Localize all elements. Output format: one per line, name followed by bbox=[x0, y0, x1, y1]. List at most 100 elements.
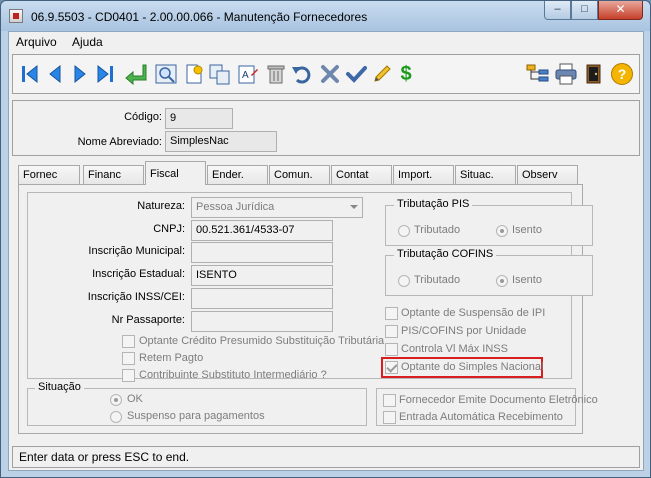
codigo-label: Código: bbox=[124, 111, 162, 123]
help-icon[interactable]: ? bbox=[609, 60, 635, 88]
pis-tributado-radio[interactable] bbox=[398, 225, 410, 237]
insc-estadual-field[interactable]: ISENTO bbox=[191, 265, 333, 286]
tab-contat[interactable]: Contat bbox=[331, 165, 392, 185]
pis-isento-radio[interactable] bbox=[496, 225, 508, 237]
credito-presumido-checkbox[interactable] bbox=[122, 335, 135, 348]
dollar-icon[interactable]: $ bbox=[393, 60, 419, 88]
cancel-icon[interactable] bbox=[317, 60, 343, 88]
client-area: Arquivo Ajuda A $ ? Código: 9 Nome Abrev… bbox=[8, 31, 644, 471]
tab-ender[interactable]: Ender. bbox=[207, 165, 268, 185]
next-record-icon[interactable] bbox=[67, 60, 93, 88]
fiscal-tab-panel: Natureza: Pessoa Jurídica CNPJ: 00.521.3… bbox=[18, 184, 598, 434]
passaporte-field[interactable] bbox=[191, 311, 333, 332]
menu-arquivo[interactable]: Arquivo bbox=[16, 35, 57, 49]
tab-import[interactable]: Import. bbox=[393, 165, 454, 185]
application-window: 06.9.5503 - CD0401 - 2.00.00.066 - Manut… bbox=[0, 0, 651, 478]
tab-comun[interactable]: Comun. bbox=[269, 165, 330, 185]
confirm-icon[interactable] bbox=[343, 60, 369, 88]
edit-record-icon[interactable]: A bbox=[235, 60, 261, 88]
retem-pagto-label: Retem Pagto bbox=[139, 352, 204, 364]
tree-icon[interactable] bbox=[525, 60, 551, 88]
situacao-title: Situação bbox=[35, 381, 84, 393]
menu-ajuda[interactable]: Ajuda bbox=[72, 35, 103, 49]
situacao-ok-label: OK bbox=[127, 393, 143, 405]
natureza-select[interactable]: Pessoa Jurídica bbox=[191, 197, 363, 218]
close-button[interactable]: ✕ bbox=[598, 1, 643, 20]
return-icon[interactable] bbox=[123, 60, 149, 88]
delete-icon[interactable] bbox=[263, 60, 289, 88]
undo-icon[interactable] bbox=[289, 60, 315, 88]
emite-documento-label: Fornecedor Emite Documento Eletrônico bbox=[399, 394, 598, 406]
tab-fiscal[interactable]: Fiscal bbox=[145, 161, 206, 185]
situacao-suspenso-radio[interactable] bbox=[110, 411, 122, 423]
tributacao-pis-group: Tributação PIS Tributado Isento bbox=[385, 198, 593, 246]
pis-tributado-label: Tributado bbox=[414, 224, 461, 236]
copy-record-icon[interactable] bbox=[207, 60, 233, 88]
tributacao-cofins-group: Tributação COFINS Tributado Isento bbox=[385, 248, 593, 296]
cnpj-field[interactable]: 00.521.361/4533-07 bbox=[191, 220, 333, 241]
pis-cofins-unidade-checkbox[interactable] bbox=[385, 325, 398, 338]
minimize-button[interactable]: – bbox=[544, 1, 571, 20]
last-record-icon[interactable] bbox=[92, 60, 118, 88]
situacao-ok-radio[interactable] bbox=[110, 394, 122, 406]
emite-documento-checkbox[interactable] bbox=[383, 394, 396, 407]
help-icon-glyph: ? bbox=[611, 63, 633, 85]
passaporte-label: Nr Passaporte: bbox=[111, 314, 185, 326]
first-record-icon[interactable] bbox=[17, 60, 43, 88]
window-title: 06.9.5503 - CD0401 - 2.00.00.066 - Manut… bbox=[31, 10, 368, 24]
title-bar[interactable]: 06.9.5503 - CD0401 - 2.00.00.066 - Manut… bbox=[1, 1, 650, 31]
svg-text:A: A bbox=[242, 70, 249, 81]
documento-eletronico-group: Fornecedor Emite Documento Eletrônico En… bbox=[376, 388, 598, 426]
cofins-isento-radio[interactable] bbox=[496, 275, 508, 287]
situacao-group: Situação OK Suspenso para pagamentos bbox=[27, 381, 367, 426]
app-icon bbox=[9, 9, 23, 23]
previous-record-icon[interactable] bbox=[42, 60, 68, 88]
cofins-tributado-label: Tributado bbox=[414, 274, 461, 286]
header-panel: Código: 9 Nome Abreviado: SimplesNac bbox=[12, 100, 640, 156]
retem-pagto-checkbox[interactable] bbox=[122, 352, 135, 365]
cnpj-label: CNPJ: bbox=[153, 223, 185, 235]
exit-icon[interactable] bbox=[581, 60, 607, 88]
insc-inss-label: Inscrição INSS/CEI: bbox=[87, 291, 185, 303]
suspensao-ipi-checkbox[interactable] bbox=[385, 307, 398, 320]
situacao-suspenso-label: Suspenso para pagamentos bbox=[127, 410, 265, 422]
search-icon[interactable] bbox=[153, 60, 179, 88]
pis-isento-label: Isento bbox=[512, 224, 542, 236]
contribuinte-substituto-checkbox[interactable] bbox=[122, 369, 135, 382]
insc-inss-field[interactable] bbox=[191, 288, 333, 309]
cofins-tributado-radio[interactable] bbox=[398, 275, 410, 287]
tributacao-cofins-title: Tributação COFINS bbox=[394, 248, 497, 260]
nome-abreviado-label: Nome Abreviado: bbox=[77, 136, 162, 148]
new-record-icon[interactable] bbox=[181, 60, 207, 88]
maximize-button[interactable]: □ bbox=[571, 1, 598, 20]
suspensao-ipi-label: Optante de Suspensão de IPI bbox=[401, 307, 546, 319]
tributacao-pis-title: Tributação PIS bbox=[394, 198, 473, 210]
chevron-down-icon bbox=[350, 205, 358, 209]
entrada-automatica-checkbox[interactable] bbox=[383, 411, 396, 424]
tab-observ[interactable]: Observ bbox=[517, 165, 578, 185]
pencil-icon[interactable] bbox=[369, 60, 395, 88]
status-bar: Enter data or press ESC to end. bbox=[12, 446, 640, 468]
credito-presumido-label: Optante Crédito Presumido Substituição T… bbox=[139, 335, 385, 347]
insc-municipal-label: Inscrição Municipal: bbox=[88, 245, 185, 257]
controla-vl-inss-label: Controla Vl Máx INSS bbox=[401, 343, 508, 355]
simples-nacional-checkbox[interactable] bbox=[385, 361, 398, 374]
tab-fornec[interactable]: Fornec bbox=[18, 165, 80, 185]
controla-vl-inss-checkbox[interactable] bbox=[385, 343, 398, 356]
contribuinte-substituto-label: Contribuinte Substituto Intermediário ? bbox=[139, 369, 327, 381]
print-icon[interactable] bbox=[553, 60, 579, 88]
insc-estadual-label: Inscrição Estadual: bbox=[92, 268, 185, 280]
nome-abreviado-field[interactable]: SimplesNac bbox=[165, 131, 277, 152]
entrada-automatica-label: Entrada Automática Recebimento bbox=[399, 411, 563, 423]
insc-municipal-field[interactable] bbox=[191, 242, 333, 263]
toolbar: A $ ? bbox=[12, 54, 640, 94]
cofins-isento-label: Isento bbox=[512, 274, 542, 286]
pis-cofins-unidade-label: PIS/COFINS por Unidade bbox=[401, 325, 527, 337]
fiscal-group: Natureza: Pessoa Jurídica CNPJ: 00.521.3… bbox=[27, 192, 593, 382]
tab-strip: Fornec Financ Fiscal Ender. Comun. Conta… bbox=[18, 161, 638, 185]
tab-financ[interactable]: Financ bbox=[83, 165, 144, 185]
tab-situac[interactable]: Situac. bbox=[455, 165, 516, 185]
menu-bar: Arquivo Ajuda bbox=[9, 32, 643, 52]
codigo-field[interactable]: 9 bbox=[165, 108, 233, 129]
natureza-value: Pessoa Jurídica bbox=[196, 201, 275, 213]
